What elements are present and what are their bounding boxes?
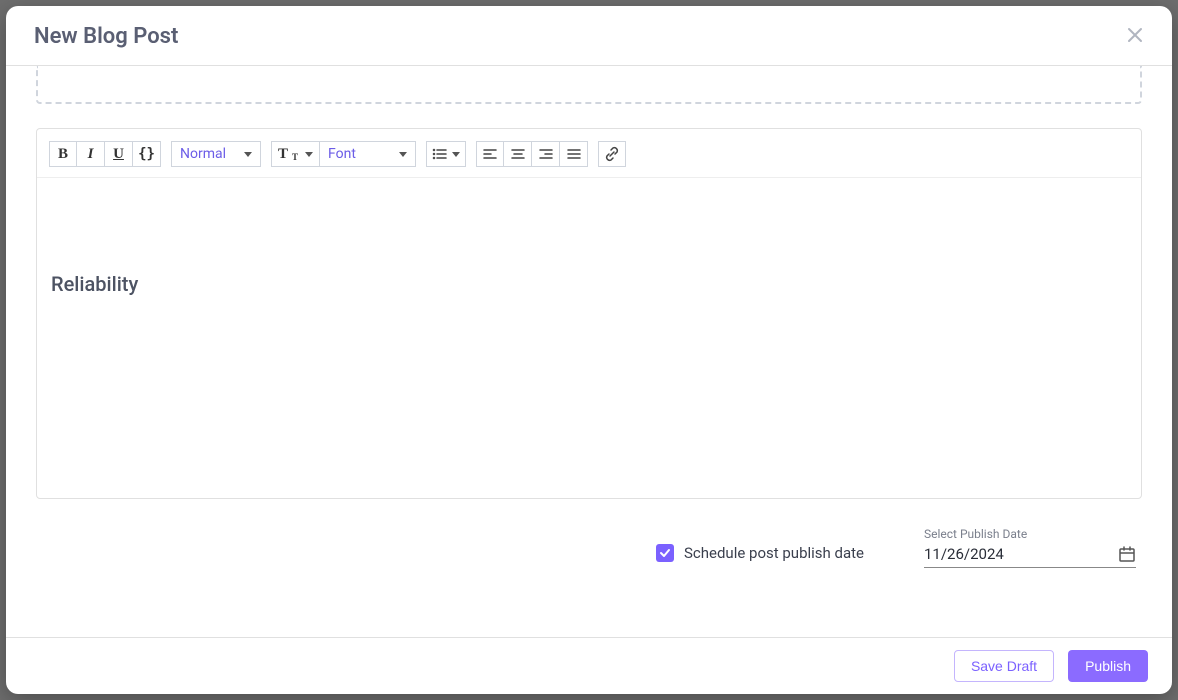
link-button[interactable] xyxy=(598,141,626,167)
font-family-label: Font xyxy=(328,146,356,162)
font-size-select[interactable]: TT xyxy=(271,141,320,167)
publish-button[interactable]: Publish xyxy=(1068,650,1148,682)
align-center-button[interactable] xyxy=(504,141,532,167)
close-button[interactable] xyxy=(1126,26,1144,48)
rich-text-editor: B I U {} Normal TT Font xyxy=(36,128,1142,499)
list-icon xyxy=(432,146,448,162)
calendar-icon[interactable] xyxy=(1118,545,1136,563)
schedule-checkbox-wrap[interactable]: Schedule post publish date xyxy=(656,544,864,562)
publish-date-label: Select Publish Date xyxy=(924,527,1136,541)
align-center-icon xyxy=(510,146,526,162)
schedule-row: Schedule post publish date Select Publis… xyxy=(36,527,1142,568)
italic-button[interactable]: I xyxy=(77,141,105,167)
chevron-down-icon xyxy=(305,152,313,157)
editor-toolbar: B I U {} Normal TT Font xyxy=(37,129,1141,178)
code-button[interactable]: {} xyxy=(133,141,161,167)
align-justify-icon xyxy=(566,146,582,162)
modal-footer: Save Draft Publish xyxy=(6,637,1172,694)
link-icon xyxy=(604,146,620,162)
editor-content-area[interactable]: How Scalable is it? You want a system th… xyxy=(37,178,1141,498)
chevron-down-icon xyxy=(244,152,252,157)
new-blog-post-modal: New Blog Post B I U {} Normal xyxy=(6,6,1172,694)
paragraph-style-label: Normal xyxy=(180,146,226,162)
font-family-select[interactable]: Font xyxy=(320,141,416,167)
align-left-icon xyxy=(482,146,498,162)
image-drop-zone[interactable] xyxy=(36,66,1142,104)
modal-title: New Blog Post xyxy=(34,24,178,49)
close-icon xyxy=(1126,26,1144,44)
underline-button[interactable]: U xyxy=(105,141,133,167)
schedule-checkbox[interactable] xyxy=(656,544,674,562)
content-heading: Reliability xyxy=(51,269,1127,300)
align-left-button[interactable] xyxy=(476,141,504,167)
check-icon xyxy=(659,547,671,559)
chevron-down-icon xyxy=(452,152,460,157)
publish-date-value[interactable]: 11/26/2024 xyxy=(924,545,1004,563)
modal-header: New Blog Post xyxy=(6,6,1172,66)
schedule-checkbox-label: Schedule post publish date xyxy=(684,544,864,562)
paragraph-style-select[interactable]: Normal xyxy=(171,141,261,167)
list-button[interactable] xyxy=(426,141,466,167)
bold-button[interactable]: B xyxy=(49,141,77,167)
publish-date-field[interactable]: Select Publish Date 11/26/2024 xyxy=(924,527,1136,568)
modal-body[interactable]: B I U {} Normal TT Font xyxy=(6,66,1172,637)
chevron-down-icon xyxy=(399,152,407,157)
save-draft-button[interactable]: Save Draft xyxy=(954,650,1054,682)
align-justify-button[interactable] xyxy=(560,141,588,167)
align-right-button[interactable] xyxy=(532,141,560,167)
align-right-icon xyxy=(538,146,554,162)
